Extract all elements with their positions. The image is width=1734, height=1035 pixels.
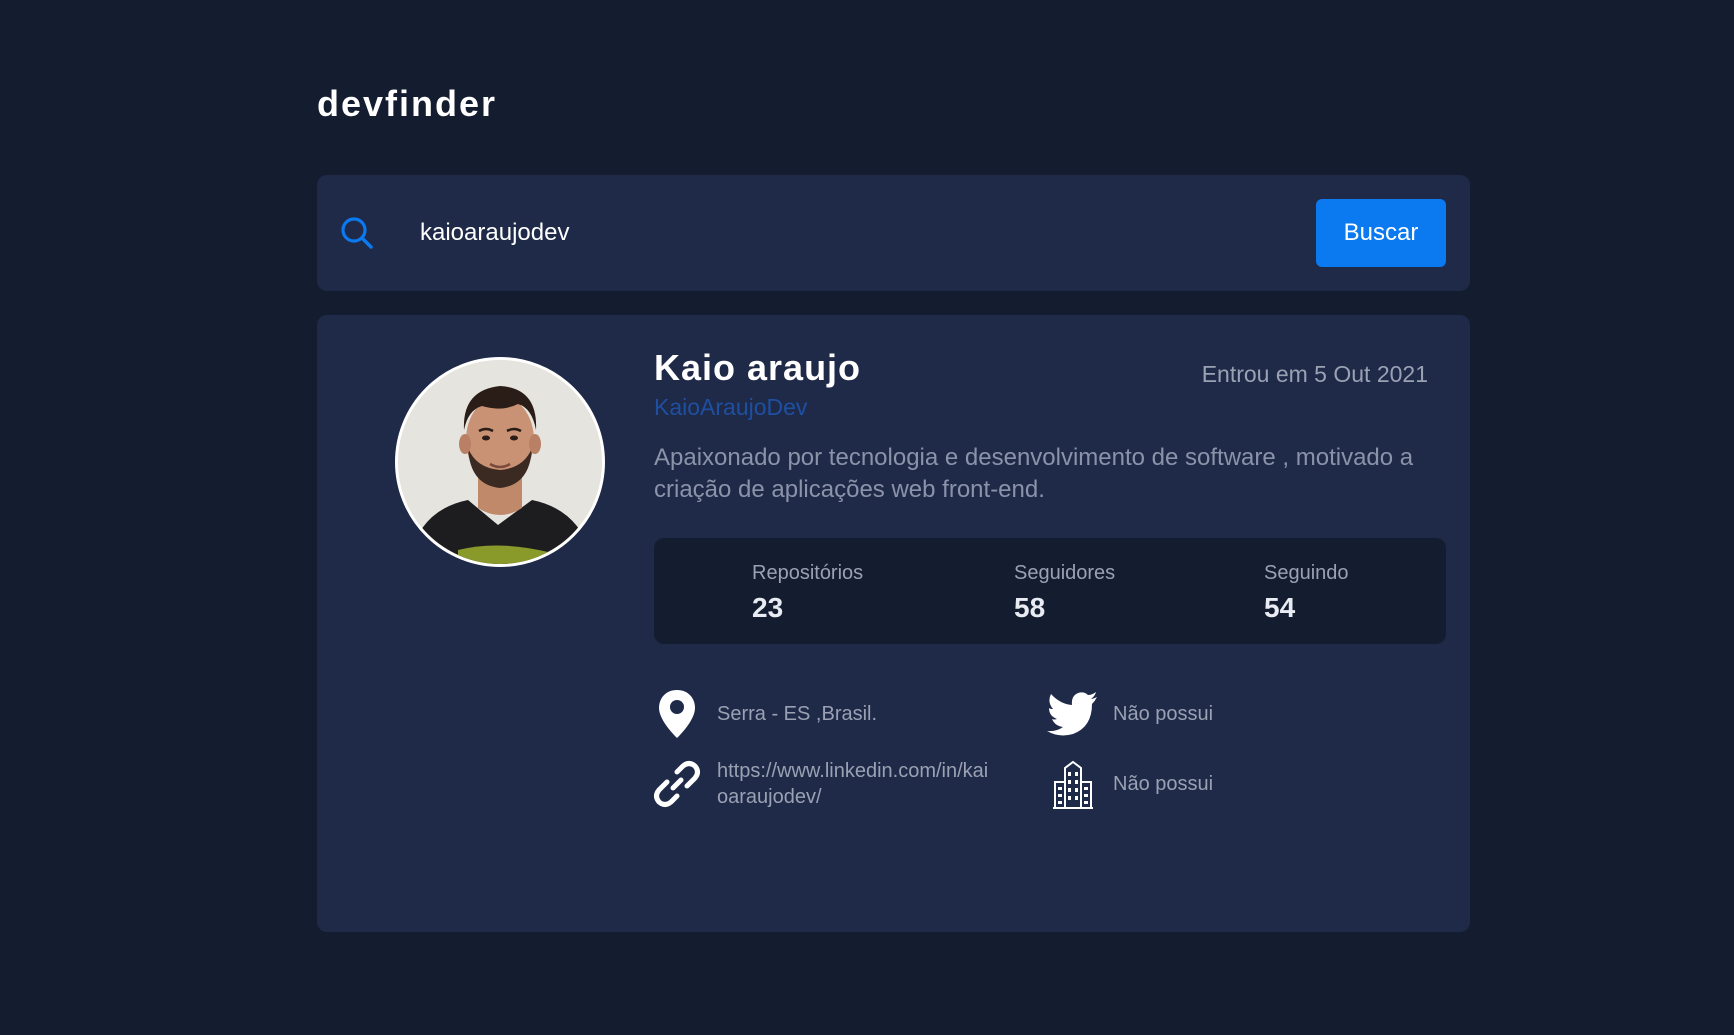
link-icon [651, 758, 703, 810]
stat-label: Seguindo [1264, 562, 1349, 584]
avatar [395, 357, 605, 567]
info-blog: https://www.linkedin.com/in/kai oaraujod… [651, 758, 1017, 810]
stat-value: 58 [1014, 592, 1046, 623]
location-pin-icon [651, 688, 703, 740]
user-bio: Apaixonado por tecnologia e desenvolvime… [654, 444, 1414, 503]
company-text: Não possui [1113, 773, 1214, 795]
stat-value: 23 [752, 592, 784, 623]
stat-label: Seguidores [1014, 562, 1116, 584]
twitter-icon [1047, 688, 1099, 740]
twitter-text: Não possui [1113, 703, 1214, 725]
profile-card: Kaio araujo KaioAraujoDev Entrou em 5 Ou… [317, 315, 1470, 932]
stat-followers: Seguidores 58 [1014, 560, 1115, 624]
stat-repos: Repositórios 23 [752, 560, 863, 624]
building-icon [1047, 758, 1099, 810]
search-input[interactable] [412, 208, 1228, 258]
stat-label: Repositórios [752, 562, 864, 584]
stats-panel: Repositórios 23 Seguidores 58 Seguindo 5… [654, 538, 1446, 644]
stat-value: 54 [1264, 592, 1296, 623]
user-name: Kaio araujo [654, 347, 862, 388]
info-location: Serra - ES ,Brasil. [651, 688, 877, 740]
search-bar: Buscar [317, 175, 1470, 291]
user-login-link[interactable]: KaioAraujoDev [654, 392, 807, 422]
stat-following: Seguindo 54 [1264, 560, 1349, 624]
blog-link[interactable]: https://www.linkedin.com/in/kai oaraujod… [717, 758, 1017, 810]
info-company: Não possui [1047, 758, 1213, 810]
info-twitter: Não possui [1047, 688, 1213, 740]
app-logo: devfinder [317, 83, 498, 124]
search-button[interactable]: Buscar [1316, 199, 1446, 267]
location-text: Serra - ES ,Brasil. [717, 703, 878, 725]
join-date: Entrou em 5 Out 2021 [1201, 361, 1428, 387]
search-icon [339, 215, 375, 251]
